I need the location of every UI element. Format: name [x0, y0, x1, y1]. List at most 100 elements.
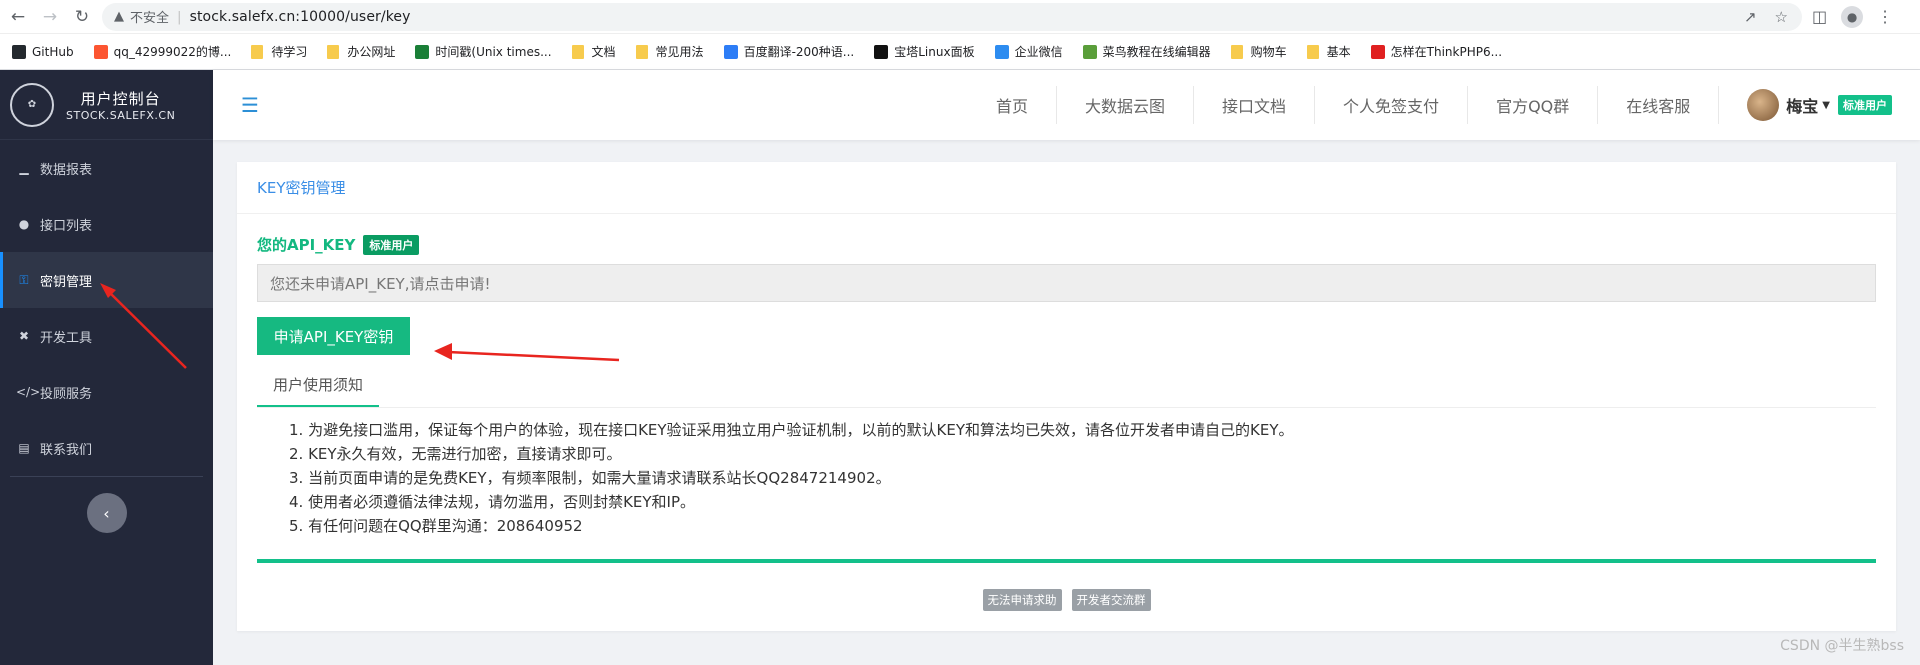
- bookmark-label[interactable]: 企业微信: [1015, 43, 1063, 60]
- bookmark-item[interactable]: 办公网址: [327, 43, 395, 60]
- contact-card-icon: ▤: [18, 441, 30, 455]
- menu-icon[interactable]: ⋮: [1877, 7, 1893, 26]
- bookmark-item[interactable]: 购物车: [1230, 43, 1287, 60]
- topnav-link[interactable]: 大数据云图: [1056, 86, 1193, 124]
- bookmark-label[interactable]: 办公网址: [347, 43, 395, 60]
- chevron-down-icon[interactable]: ▼: [1822, 100, 1830, 111]
- reload-icon[interactable]: ↻: [68, 3, 96, 31]
- bookmarks-bar: GitHub qq_42999022的博... 待学习 办公网址 时间戳(Unix ti…: [0, 34, 1920, 70]
- csdn-icon: [93, 44, 108, 59]
- api-key-field[interactable]: 您还未申请API_KEY,请点击申请!: [257, 264, 1876, 302]
- sidebar-item[interactable]: ● 接口列表: [0, 196, 213, 252]
- runoob-icon: [1082, 44, 1097, 59]
- sidebar-item-label: 数据报表: [40, 162, 93, 178]
- topnav-link[interactable]: 在线客服: [1597, 86, 1718, 124]
- bookmark-item[interactable]: 待学习: [251, 43, 307, 60]
- sidebar-item[interactable]: </> 投顾服务: [0, 364, 213, 420]
- bt-icon: [874, 44, 889, 59]
- brand[interactable]: ✿ 用户控制台 STOCK.SALEFX.CN: [0, 70, 213, 140]
- star-icon[interactable]: ☆: [1775, 8, 1788, 26]
- developer-group-button[interactable]: 开发者交流群: [1071, 589, 1151, 611]
- folder-icon: [1306, 44, 1319, 59]
- bookmark-label[interactable]: 购物车: [1251, 43, 1287, 60]
- user-level-badge: 标准用户: [363, 234, 420, 255]
- bookmark-label[interactable]: qq_42999022的博...: [114, 43, 232, 60]
- topnav-link[interactable]: 接口文档: [1193, 86, 1314, 124]
- warning-icon: ▲: [114, 9, 124, 24]
- separator: |: [177, 8, 182, 25]
- card-title: KEY密钥管理: [237, 162, 1896, 214]
- collapse-sidebar-button[interactable]: ‹: [86, 493, 127, 533]
- back-icon[interactable]: ←: [4, 3, 32, 31]
- bookmark-item[interactable]: GitHub: [12, 44, 74, 59]
- sidebar-item-label: 接口列表: [40, 218, 93, 234]
- php-icon: [1370, 44, 1385, 59]
- bookmark-item[interactable]: 菜鸟教程在线编辑器: [1082, 43, 1211, 60]
- tab-usage-notice[interactable]: 用户使用须知: [257, 374, 380, 407]
- user-level-badge: 标准用户: [1838, 95, 1892, 115]
- folder-icon: [1230, 44, 1243, 59]
- brand-title: 用户控制台: [80, 89, 161, 108]
- sidebar-item-label: 投顾服务: [40, 386, 93, 402]
- bookmark-label[interactable]: 基本: [1327, 43, 1351, 60]
- sidebar-divider: [10, 476, 203, 477]
- bookmark-label[interactable]: 百度翻译-200种语...: [744, 43, 855, 60]
- bookmark-item[interactable]: qq_42999022的博...: [93, 43, 232, 60]
- bookmark-label[interactable]: 文档: [592, 43, 616, 60]
- bookmark-label[interactable]: 常见用法: [656, 43, 704, 60]
- hamburger-icon[interactable]: ☰: [241, 93, 259, 117]
- sidebar-item[interactable]: ▁ 数据报表: [0, 140, 213, 196]
- sidebar-item-label: 联系我们: [40, 442, 93, 458]
- insecure-label: 不安全: [130, 11, 170, 26]
- forward-icon[interactable]: →: [36, 3, 64, 31]
- topnav-link[interactable]: 首页: [968, 86, 1056, 124]
- bookmark-label[interactable]: 怎样在ThinkPHP6...: [1391, 43, 1502, 60]
- bookmark-label[interactable]: 菜鸟教程在线编辑器: [1103, 43, 1211, 60]
- bookmark-label[interactable]: 待学习: [271, 43, 307, 60]
- url-text[interactable]: stock.salefx.cn:10000/user/key: [190, 9, 411, 25]
- topnav-link[interactable]: 官方QQ群: [1467, 86, 1597, 124]
- topnav-link[interactable]: 个人免签支付: [1314, 86, 1467, 124]
- bookmark-label[interactable]: GitHub: [32, 45, 74, 59]
- sidebar-item-label: 密钥管理: [40, 274, 93, 290]
- bookmark-label[interactable]: 时间戳(Unix times...: [435, 43, 551, 60]
- side-panel-icon[interactable]: ◫: [1812, 7, 1827, 26]
- notice-item: 1. 为避免接口滥用，保证每个用户的体验，现在接口KEY验证采用独立用户验证机制…: [289, 421, 1294, 439]
- code-icon: </>: [16, 385, 41, 399]
- user-name[interactable]: 梅宝: [1786, 93, 1818, 117]
- api-key-label: 您的API_KEY: [257, 236, 356, 254]
- user-menu[interactable]: 梅宝 ▼ 标准用户: [1718, 86, 1920, 124]
- folder-icon: [571, 44, 584, 59]
- help-button[interactable]: 无法申请求助: [982, 589, 1062, 611]
- bookmark-item[interactable]: 企业微信: [994, 43, 1063, 60]
- sidebar-item[interactable]: ✖ 开发工具: [0, 308, 213, 364]
- notice-item: 5. 有任何问题在QQ群里沟通：208640952: [289, 517, 583, 535]
- sidebar-item-label: 开发工具: [40, 330, 93, 346]
- notice-item: 2. KEY永久有效，无需进行加密，直接请求即可。: [289, 445, 622, 463]
- bookmark-item[interactable]: 百度翻译-200种语...: [723, 43, 855, 60]
- sidebar: ✿ 用户控制台 STOCK.SALEFX.CN ▁ 数据报表 ● 接口列表 ⚿ 密钥管理 ✖…: [0, 70, 213, 665]
- timestamp-icon: [415, 44, 430, 59]
- watermark: CSDN @半生熟bss: [1780, 638, 1904, 654]
- browser-toolbar: ← → ↻ ▲ 不安全 | stock.salefx.cn:10000/user…: [0, 0, 1920, 34]
- bookmark-item[interactable]: 怎样在ThinkPHP6...: [1370, 43, 1502, 60]
- bookmark-label[interactable]: 宝塔Linux面板: [894, 43, 974, 60]
- share-icon[interactable]: ↗: [1744, 8, 1757, 26]
- bookmark-item[interactable]: 时间戳(Unix times...: [415, 43, 552, 60]
- bookmark-item[interactable]: 文档: [571, 43, 616, 60]
- brand-subtitle: STOCK.SALEFX.CN: [66, 108, 176, 122]
- notice-item: 3. 当前页面申请的是免费KEY，有频率限制，如需大量请求请联系站长QQ2847…: [289, 469, 891, 487]
- bookmark-item[interactable]: 基本: [1306, 43, 1351, 60]
- sidebar-item[interactable]: ⚿ 密钥管理: [0, 252, 213, 308]
- profile-icon[interactable]: ●: [1841, 5, 1864, 28]
- divider-bar: [257, 559, 1876, 563]
- bookmark-item[interactable]: 常见用法: [635, 43, 704, 60]
- bookmark-item[interactable]: 宝塔Linux面板: [874, 43, 975, 60]
- logo-icon: ✿: [10, 82, 54, 127]
- tabs: 用户使用须知: [257, 370, 1876, 408]
- address-bar[interactable]: ▲ 不安全 | stock.salefx.cn:10000/user/key ↗…: [102, 2, 1802, 31]
- sidebar-item[interactable]: ▤ 联系我们: [0, 420, 213, 476]
- github-icon: [12, 44, 26, 59]
- apply-api-key-button[interactable]: 申请API_KEY密钥: [257, 317, 410, 355]
- avatar[interactable]: [1747, 89, 1780, 121]
